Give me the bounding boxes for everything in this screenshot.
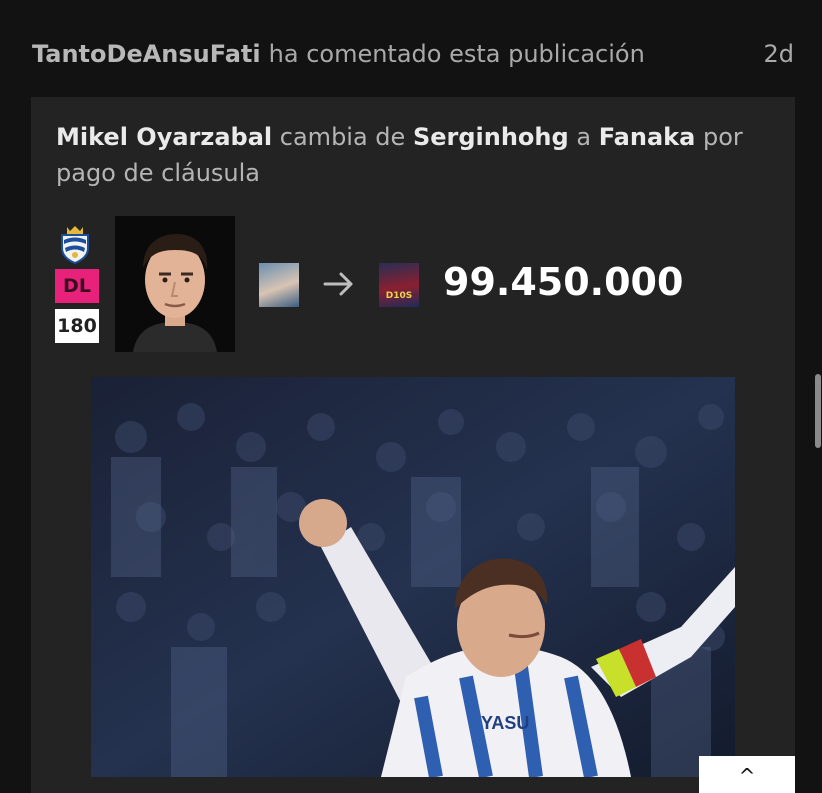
from-user-name[interactable]: Serginhohg bbox=[413, 123, 569, 151]
to-user-avatar-text: D10S bbox=[385, 291, 413, 301]
transfer-text-changes: cambia de bbox=[279, 123, 406, 151]
commenter-username[interactable]: TantoDeAnsuFati bbox=[32, 40, 261, 68]
points-badge: 180 bbox=[55, 309, 99, 343]
player-face-image bbox=[115, 216, 235, 352]
player-name[interactable]: Mikel Oyarzabal bbox=[56, 123, 272, 151]
player-photo[interactable] bbox=[115, 216, 235, 352]
arrow-right-icon bbox=[323, 272, 353, 296]
transfer-card[interactable]: Mikel Oyarzabal cambia de Serginhohg a F… bbox=[31, 97, 795, 793]
activity-time: 2d bbox=[763, 40, 794, 68]
transfer-price: 99.450.000 bbox=[443, 260, 684, 304]
transfer-title: Mikel Oyarzabal cambia de Serginhohg a F… bbox=[56, 119, 756, 191]
activity-feed: TantoDeAnsuFati ha comentado esta publica… bbox=[0, 0, 822, 793]
celebration-image: YASU bbox=[91, 377, 735, 777]
transfer-text-to: a bbox=[576, 123, 592, 151]
activity-action-text: ha comentado esta publicación bbox=[268, 40, 645, 68]
to-user-avatar[interactable]: D10S bbox=[379, 263, 419, 307]
activity-summary: TantoDeAnsuFati ha comentado esta publica… bbox=[32, 40, 645, 68]
to-user-name[interactable]: Fanaka bbox=[599, 123, 696, 151]
from-user-avatar[interactable] bbox=[259, 263, 299, 307]
celebration-gif[interactable]: YASU bbox=[91, 377, 735, 777]
scrollbar-thumb[interactable] bbox=[815, 374, 821, 448]
activity-header: TantoDeAnsuFati ha comentado esta publica… bbox=[32, 32, 794, 76]
position-badge: DL bbox=[55, 269, 99, 303]
club-crest-icon bbox=[61, 226, 89, 264]
scroll-to-top-button[interactable]: ^ bbox=[699, 756, 795, 793]
svg-text:YASU: YASU bbox=[481, 713, 529, 733]
